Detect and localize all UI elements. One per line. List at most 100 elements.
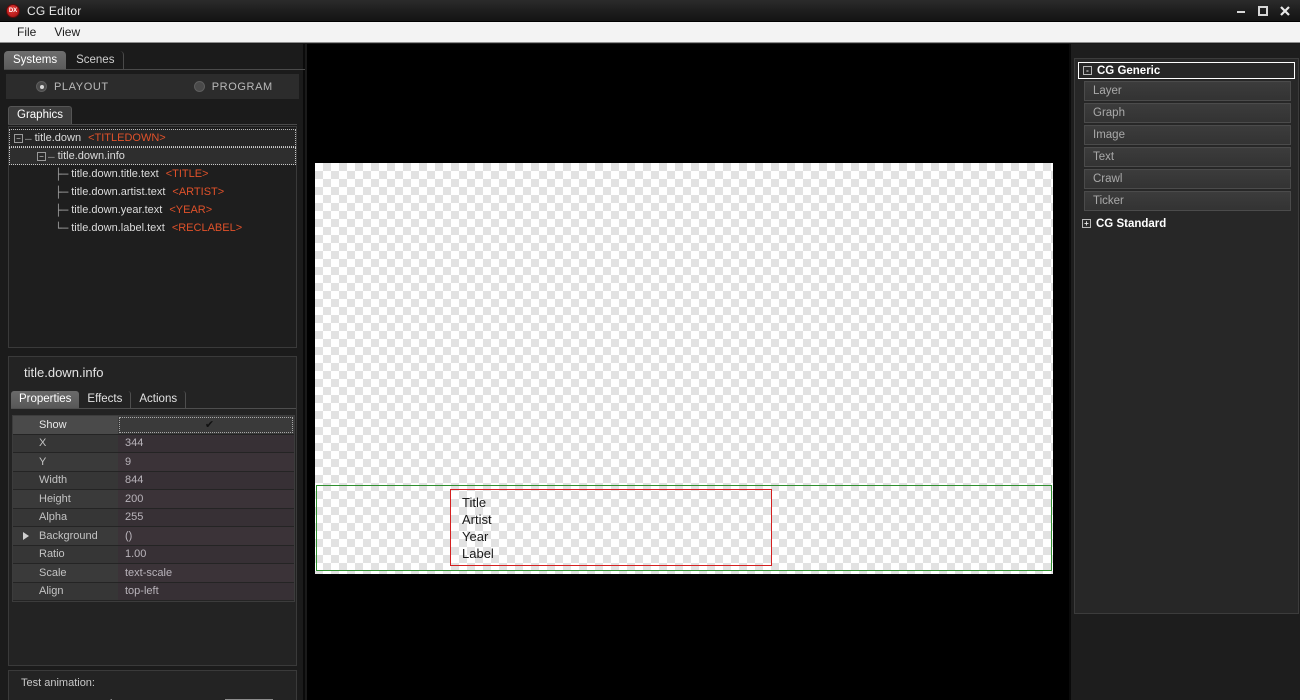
- expander-expand-icon[interactable]: +: [1082, 219, 1091, 228]
- test-animation-label: Test animation:: [21, 677, 95, 689]
- property-value[interactable]: 844: [118, 471, 294, 489]
- tree-branch-icon: └─: [55, 221, 69, 235]
- app-logo-text: DX: [8, 7, 18, 14]
- tab-scenes[interactable]: Scenes: [67, 51, 125, 70]
- tab-actions[interactable]: Actions: [131, 391, 187, 408]
- property-row-background[interactable]: Background (): [13, 527, 294, 546]
- cg-item-text[interactable]: Text: [1084, 147, 1291, 167]
- preview-canvas[interactable]: Title Artist Year Label: [307, 44, 1069, 700]
- property-value[interactable]: 200: [118, 490, 294, 508]
- property-value[interactable]: text-scale: [118, 564, 294, 582]
- window-title: CG Editor: [27, 3, 82, 18]
- menu-view[interactable]: View: [45, 23, 89, 41]
- tree-node-tag: <TITLEDOWN>: [88, 132, 166, 144]
- left-panel: Systems Scenes PLAYOUT PROGRAM Graphics …: [0, 44, 305, 700]
- property-row-scale[interactable]: Scale text-scale: [13, 564, 294, 583]
- property-key: Scale: [13, 564, 118, 582]
- object-tabstrip: Properties Effects Actions: [11, 390, 296, 409]
- tree-node-label: title.down.year.text: [71, 204, 163, 216]
- tree-branch-icon: ├─: [55, 185, 69, 199]
- property-row-width[interactable]: Width 844: [13, 471, 294, 490]
- cg-item-crawl[interactable]: Crawl: [1084, 169, 1291, 189]
- cg-group-label: CG Generic: [1097, 64, 1161, 77]
- cg-item-image[interactable]: Image: [1084, 125, 1291, 145]
- close-icon[interactable]: [1274, 1, 1296, 21]
- canvas-text-line-title: Title: [462, 495, 487, 510]
- radio-program-label: PROGRAM: [211, 80, 273, 93]
- property-value[interactable]: 9: [118, 453, 294, 471]
- minimize-icon[interactable]: [1230, 1, 1252, 21]
- tabstrip-underline: [4, 69, 305, 70]
- radio-playout[interactable]: PLAYOUT: [36, 81, 109, 93]
- radio-playout-indicator: [36, 81, 47, 92]
- titlebar: DX CG Editor: [0, 0, 1300, 22]
- graphics-tree[interactable]: − – title.down <TITLEDOWN> − – title.dow…: [8, 126, 297, 348]
- tree-row[interactable]: ├─ title.down.year.text <YEAR>: [9, 201, 296, 219]
- tree-node-tag: <RECLABEL>: [171, 222, 243, 234]
- property-key: Background: [13, 527, 118, 545]
- selection-outline-red[interactable]: [450, 489, 772, 566]
- radio-program-indicator: [193, 81, 205, 92]
- eye-icon[interactable]: [33, 695, 77, 700]
- expand-triangle-icon[interactable]: [23, 531, 29, 540]
- property-row-alpha[interactable]: Alpha 255: [13, 508, 294, 527]
- tree-node-label: title.down.title.text: [71, 168, 159, 180]
- maximize-icon[interactable]: [1252, 1, 1274, 21]
- left-tabstrip: Systems Scenes: [4, 48, 305, 70]
- tab-properties[interactable]: Properties: [11, 391, 80, 408]
- tree-row[interactable]: − – title.down <TITLEDOWN>: [9, 129, 296, 147]
- properties-table: Show ✔ X 344 Y 9 Width 844 Height 200 Al…: [12, 415, 295, 602]
- tree-row[interactable]: ├─ title.down.title.text <TITLE>: [9, 165, 296, 183]
- test-animation-panel: Test animation: ms for change:: [8, 670, 297, 700]
- property-row-align[interactable]: Align top-left: [13, 582, 294, 601]
- property-value[interactable]: 1.00: [118, 545, 294, 563]
- expander-collapse-icon[interactable]: -: [1083, 66, 1092, 75]
- property-row-show[interactable]: Show ✔: [13, 416, 294, 435]
- property-key: Align: [13, 582, 118, 600]
- radio-playout-label: PLAYOUT: [54, 80, 109, 93]
- cg-item-layer[interactable]: Layer: [1084, 81, 1291, 101]
- system-mode-selector: PLAYOUT PROGRAM: [6, 74, 299, 99]
- test-animation-controls: ms for change: 250: [9, 689, 296, 700]
- tab-effects[interactable]: Effects: [79, 391, 132, 408]
- expander-collapse-icon[interactable]: −: [14, 133, 23, 143]
- cg-group-header-standard[interactable]: + CG Standard: [1078, 215, 1295, 232]
- tree-node-label: title.down: [34, 132, 82, 144]
- tree-node-tag: <YEAR>: [169, 204, 213, 216]
- radio-program[interactable]: PROGRAM: [193, 80, 273, 93]
- cg-item-ticker[interactable]: Ticker: [1084, 191, 1291, 211]
- app-logo-icon: DX: [6, 3, 20, 18]
- tab-systems[interactable]: Systems: [4, 51, 67, 70]
- property-value[interactable]: (): [118, 527, 294, 545]
- canvas-text-line-label: Label: [462, 546, 494, 561]
- property-value-checkbox[interactable]: ✔: [118, 416, 294, 434]
- property-row-y[interactable]: Y 9: [13, 453, 294, 472]
- cg-group-header-generic[interactable]: - CG Generic: [1078, 62, 1295, 79]
- tree-branch-icon: –: [48, 149, 55, 163]
- checkbox-checked-icon: ✔: [204, 419, 215, 432]
- canvas-text-block: Title Artist Year Label: [462, 494, 494, 562]
- window-controls: [1230, 0, 1296, 22]
- property-value[interactable]: 255: [118, 508, 294, 526]
- expander-collapse-icon[interactable]: −: [37, 151, 46, 161]
- property-row-ratio[interactable]: Ratio 1.00: [13, 545, 294, 564]
- menu-file[interactable]: File: [8, 23, 45, 41]
- tree-row[interactable]: − – title.down.info: [9, 147, 296, 165]
- tree-row[interactable]: └─ title.down.label.text <RECLABEL>: [9, 219, 296, 237]
- property-row-x[interactable]: X 344: [13, 434, 294, 453]
- property-key: Width: [13, 471, 118, 489]
- property-value[interactable]: top-left: [118, 582, 294, 600]
- property-key: Height: [13, 490, 118, 508]
- tree-node-tag: <TITLE>: [165, 168, 209, 180]
- tree-node-label: title.down.artist.text: [71, 186, 166, 198]
- cg-item-graph[interactable]: Graph: [1084, 103, 1291, 123]
- eye-slash-icon[interactable]: [77, 695, 121, 700]
- cg-editor-window: DX CG Editor File View Systems Scenes PL…: [0, 0, 1300, 700]
- tree-branch-icon: ├─: [55, 203, 69, 217]
- property-row-height[interactable]: Height 200: [13, 490, 294, 509]
- tab-graphics[interactable]: Graphics: [8, 106, 73, 124]
- right-panel: - CG Generic Layer Graph Image Text Craw…: [1069, 44, 1300, 700]
- property-value[interactable]: 344: [118, 434, 294, 452]
- tree-row[interactable]: ├─ title.down.artist.text <ARTIST>: [9, 183, 296, 201]
- object-title: title.down.info: [24, 365, 104, 380]
